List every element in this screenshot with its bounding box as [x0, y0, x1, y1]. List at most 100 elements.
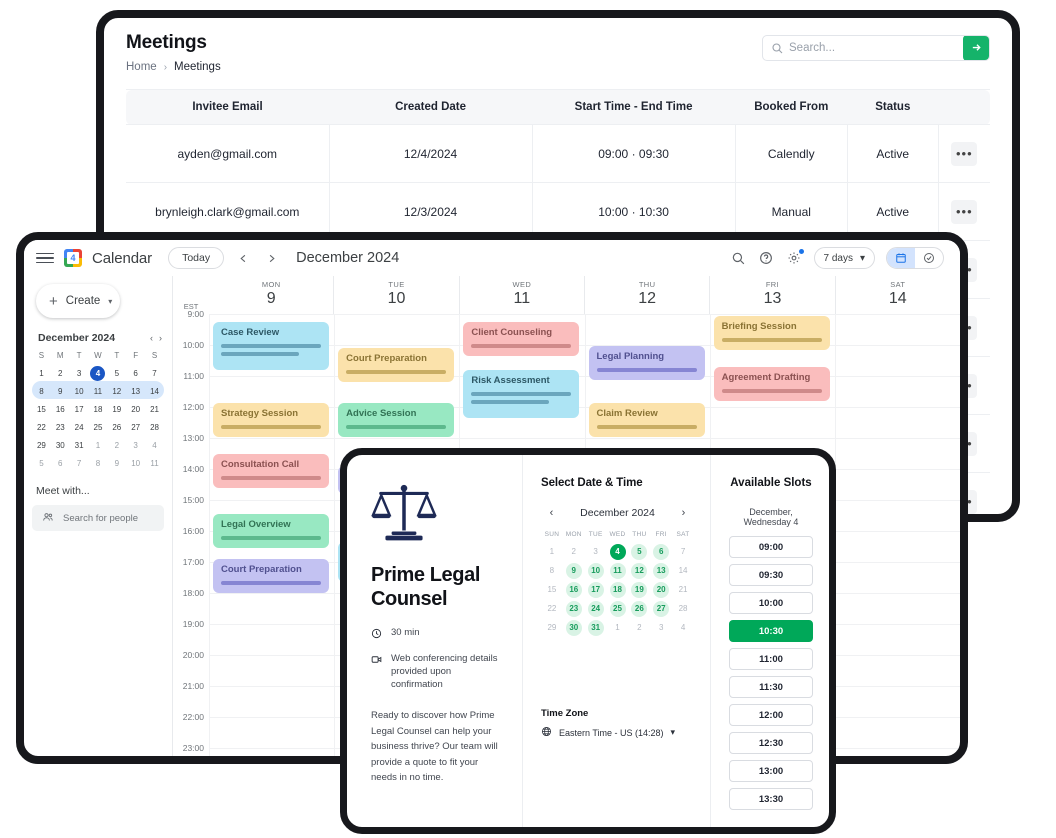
mini-day[interactable]: 17	[72, 402, 87, 417]
mini-day[interactable]: 8	[90, 456, 105, 471]
mini-day[interactable]: 15	[34, 402, 49, 417]
mini-day-cell[interactable]: 2	[107, 435, 126, 453]
view-range-select[interactable]: 7 days ▾	[813, 247, 875, 269]
mini-day[interactable]: 26	[109, 420, 124, 435]
picker-day[interactable]: 20	[653, 581, 670, 598]
time-slot-button[interactable]: 10:00	[729, 592, 813, 614]
gear-icon[interactable]	[786, 248, 804, 267]
picker-day-cell[interactable]: 17	[585, 579, 607, 598]
column-header-3[interactable]: Booked From	[735, 89, 848, 125]
time-slot-button[interactable]: 13:30	[729, 788, 813, 810]
mini-day[interactable]: 1	[34, 366, 49, 381]
mini-day[interactable]: 11	[90, 384, 105, 399]
picker-day-cell[interactable]: 5	[628, 541, 650, 560]
picker-day[interactable]: 13	[653, 562, 670, 579]
mini-day-cell[interactable]: 9	[50, 381, 70, 399]
mini-day-cell[interactable]: 26	[107, 417, 126, 435]
mini-day[interactable]: 30	[53, 438, 68, 453]
mini-day[interactable]: 16	[53, 402, 68, 417]
day-header-4[interactable]: FRI 13	[709, 276, 834, 314]
mini-day-cell[interactable]: 8	[32, 381, 51, 399]
table-row[interactable]: ayden@gmail.com 12/4/2024 09:00 · 09:30 Cal…	[126, 124, 990, 183]
mini-next-icon[interactable]: ›	[159, 333, 162, 343]
mini-day[interactable]: 5	[34, 456, 49, 471]
picker-day-cell[interactable]: 15	[541, 579, 563, 598]
mini-day[interactable]: 18	[90, 402, 105, 417]
mini-day-cell[interactable]: 19	[107, 399, 126, 417]
calendar-event[interactable]: Strategy Session	[213, 403, 330, 437]
column-header-4[interactable]: Status	[847, 89, 939, 125]
mini-day[interactable]: 10	[72, 384, 87, 399]
mini-day[interactable]: 3	[128, 438, 143, 453]
picker-day[interactable]: 26	[631, 600, 648, 617]
mini-day-cell[interactable]: 22	[32, 417, 51, 435]
picker-day-cell[interactable]: 12	[628, 560, 650, 579]
calendar-event[interactable]: Legal Overview	[213, 514, 330, 548]
mini-day[interactable]: 22	[34, 420, 49, 435]
picker-day-cell[interactable]: 13	[650, 560, 672, 579]
mini-prev-icon[interactable]: ‹	[150, 333, 153, 343]
column-header-2[interactable]: Start Time - End Time	[532, 89, 736, 125]
picker-day[interactable]: 30	[565, 619, 582, 636]
calendar-event[interactable]: Court Preparation	[213, 559, 330, 593]
mini-day-cell[interactable]: 1	[32, 363, 51, 381]
row-menu-button[interactable]: •••	[951, 199, 978, 224]
hamburger-icon[interactable]	[36, 252, 54, 264]
mini-day[interactable]: 23	[53, 420, 68, 435]
calendar-event[interactable]: Court Preparation	[338, 348, 455, 382]
day-header-0[interactable]: MON 9	[209, 276, 333, 314]
picker-day-cell[interactable]: 23	[563, 598, 585, 617]
row-menu-button[interactable]: •••	[951, 141, 978, 166]
mini-day[interactable]: 10	[128, 456, 143, 471]
mini-day-cell[interactable]: 15	[32, 399, 51, 417]
mini-day-cell[interactable]: 25	[89, 417, 108, 435]
picker-day[interactable]: 31	[587, 619, 604, 636]
day-header-3[interactable]: THU 12	[583, 276, 709, 314]
mini-day[interactable]: 5	[109, 366, 124, 381]
mini-day[interactable]: 24	[72, 420, 87, 435]
mini-day-cell[interactable]: 21	[145, 399, 164, 417]
mini-day-cell[interactable]: 28	[145, 417, 164, 435]
picker-day[interactable]: 16	[565, 581, 582, 598]
time-slot-button[interactable]: 13:00	[729, 760, 813, 782]
picker-day-cell[interactable]: 6	[650, 541, 672, 560]
mini-day-cell[interactable]: 13	[126, 381, 146, 399]
mini-day[interactable]: 20	[128, 402, 143, 417]
mini-day[interactable]: 3	[72, 366, 87, 381]
create-button[interactable]: + Create ▾	[36, 284, 120, 318]
time-slot-button[interactable]: 12:00	[729, 704, 813, 726]
column-header-0[interactable]: Invitee Email	[126, 89, 330, 125]
picker-day-cell[interactable]: 27	[650, 598, 672, 617]
picker-day-cell[interactable]: 14	[672, 560, 694, 579]
calendar-event[interactable]: Consultation Call	[213, 454, 330, 488]
time-slot-button[interactable]: 11:30	[729, 676, 813, 698]
picker-day-cell[interactable]: 29	[541, 617, 563, 636]
picker-day[interactable]: 18	[609, 581, 626, 598]
time-slot-button[interactable]: 10:30	[729, 620, 813, 642]
mini-day-cell[interactable]: 29	[32, 435, 51, 453]
picker-day-cell[interactable]: 8	[541, 560, 563, 579]
mini-day[interactable]: 27	[128, 420, 143, 435]
picker-day-cell[interactable]: 16	[563, 579, 585, 598]
mini-day[interactable]: 6	[53, 456, 68, 471]
calendar-icon[interactable]	[887, 248, 915, 268]
mini-day-cell[interactable]: 7	[145, 363, 164, 381]
mini-day-cell[interactable]: 10	[126, 453, 145, 471]
picker-day-cell[interactable]: 28	[672, 598, 694, 617]
picker-day-cell[interactable]: 19	[628, 579, 650, 598]
picker-day[interactable]: 6	[653, 543, 670, 560]
mini-day-cell[interactable]: 5	[107, 363, 126, 381]
picker-day-cell[interactable]: 24	[585, 598, 607, 617]
picker-day[interactable]: 5	[631, 543, 648, 560]
check-circle-icon[interactable]	[915, 248, 943, 268]
picker-day-cell[interactable]: 1	[541, 541, 563, 560]
breadcrumb-home[interactable]: Home	[126, 61, 157, 73]
mini-day[interactable]: 1	[90, 438, 105, 453]
mini-day-cell[interactable]: 16	[51, 399, 70, 417]
mini-day[interactable]: 9	[109, 456, 124, 471]
mini-day[interactable]: 12	[109, 384, 124, 399]
mini-day-cell[interactable]: 23	[51, 417, 70, 435]
mini-day[interactable]: 28	[147, 420, 162, 435]
mini-day-cell[interactable]: 7	[70, 453, 89, 471]
mini-day[interactable]: 2	[109, 438, 124, 453]
